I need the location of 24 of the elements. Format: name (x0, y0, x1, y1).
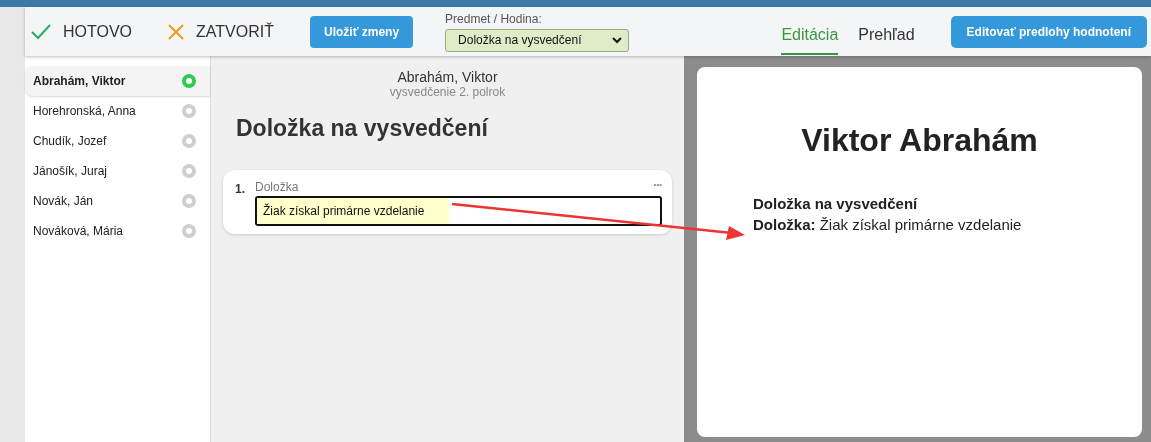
student-item[interactable]: Jánošík, Juraj (25, 156, 210, 186)
field-label: Doložka (255, 180, 299, 194)
student-item[interactable]: Nováková, Mária (25, 216, 210, 246)
preview-title: Viktor Abrahám (800, 122, 1039, 159)
item-number: 1. (235, 181, 245, 198)
preview-line: Doložka: Žiak získal primárne vzdelanie (753, 216, 1023, 233)
view-tab[interactable]: Prehľad (858, 14, 915, 55)
preview-heading: Doložka na vysvedčení (753, 195, 919, 212)
done-button[interactable]: HOTOVO (31, 22, 133, 41)
input-field[interactable]: Žiak získal primárne vzdelanie (255, 196, 662, 226)
student-name: Abrahám, Viktor (396, 69, 499, 85)
report-name: vysvedčenie 2. polrok (388, 85, 507, 99)
section-title: Doložka na vysvedčení (236, 115, 490, 142)
caret-icon (612, 36, 623, 44)
more-icon[interactable]: ••• (653, 180, 662, 194)
field-label: Predmet / Hodina: (445, 11, 543, 26)
close-icon (168, 23, 185, 40)
subject-dropdown[interactable]: Doložka na vysvedčení (445, 28, 630, 52)
check-icon (31, 23, 51, 40)
student-item[interactable]: Chudík, Jozef (25, 126, 210, 156)
student-item[interactable]: Horehronská, Anna (25, 96, 210, 126)
student-item[interactable]: Novák, Ján (25, 186, 210, 216)
student-item[interactable]: Abrahám, Viktor (25, 66, 210, 96)
close-button[interactable]: ZATVORIŤ (168, 22, 274, 41)
